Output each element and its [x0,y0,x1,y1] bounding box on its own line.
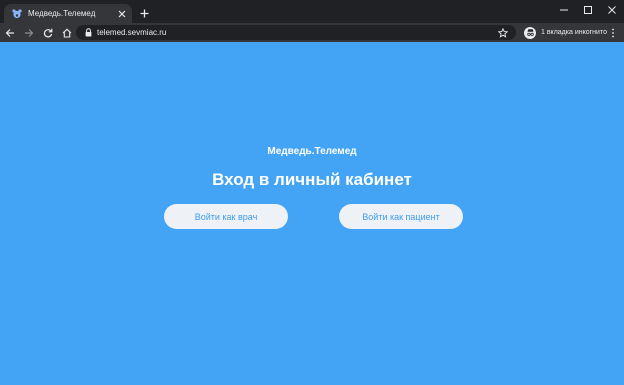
back-button[interactable] [1,24,19,42]
browser-menu-button[interactable] [606,25,620,40]
address-bar[interactable]: telemed.sevmiac.ru [76,25,516,40]
close-icon [608,6,616,14]
forward-button[interactable] [20,24,38,42]
minimize-button[interactable] [552,0,576,20]
arrow-right-icon [25,28,34,37]
maximize-button[interactable] [576,0,600,20]
new-tab-button[interactable] [136,5,152,21]
incognito-label: 1 вкладка инкогнито [541,29,607,36]
home-icon [62,28,72,38]
close-window-button[interactable] [600,0,624,20]
browser-toolbar: telemed.sevmiac.ru 1 вкладка инкогнито [0,23,624,42]
reload-button[interactable] [39,24,57,42]
incognito-indicator[interactable]: 1 вкладка инкогнито [520,25,611,40]
maximize-icon [584,6,592,14]
page-content: Медведь.Телемед Вход в личный кабинет Во… [0,42,624,385]
browser-window: Медведь.Телемед telemed.sevmiac.ru 1 вкл… [0,0,624,385]
bookmark-star-icon[interactable] [496,26,510,40]
tab-strip: Медведь.Телемед [0,0,624,23]
tab-close-icon[interactable] [115,7,129,21]
plus-icon [140,9,148,17]
reload-icon [43,28,53,37]
page-title: Вход в личный кабинет [212,170,412,189]
home-button[interactable] [58,24,76,42]
window-controls [552,0,624,20]
login-as-doctor-button[interactable]: Войти как врач [164,204,288,229]
brand-name: Медведь.Телемед [267,146,357,157]
login-as-patient-button[interactable]: Войти как пациент [339,204,463,229]
active-tab[interactable]: Медведь.Телемед [4,4,132,23]
url-text: telemed.sevmiac.ru [97,28,167,37]
arrow-left-icon [5,28,14,37]
minimize-icon [560,9,568,11]
kebab-menu-icon [612,28,614,37]
tab-title: Медведь.Телемед [28,9,96,18]
incognito-icon [524,26,536,39]
bear-favicon-icon [9,6,25,22]
lock-icon [82,27,94,39]
